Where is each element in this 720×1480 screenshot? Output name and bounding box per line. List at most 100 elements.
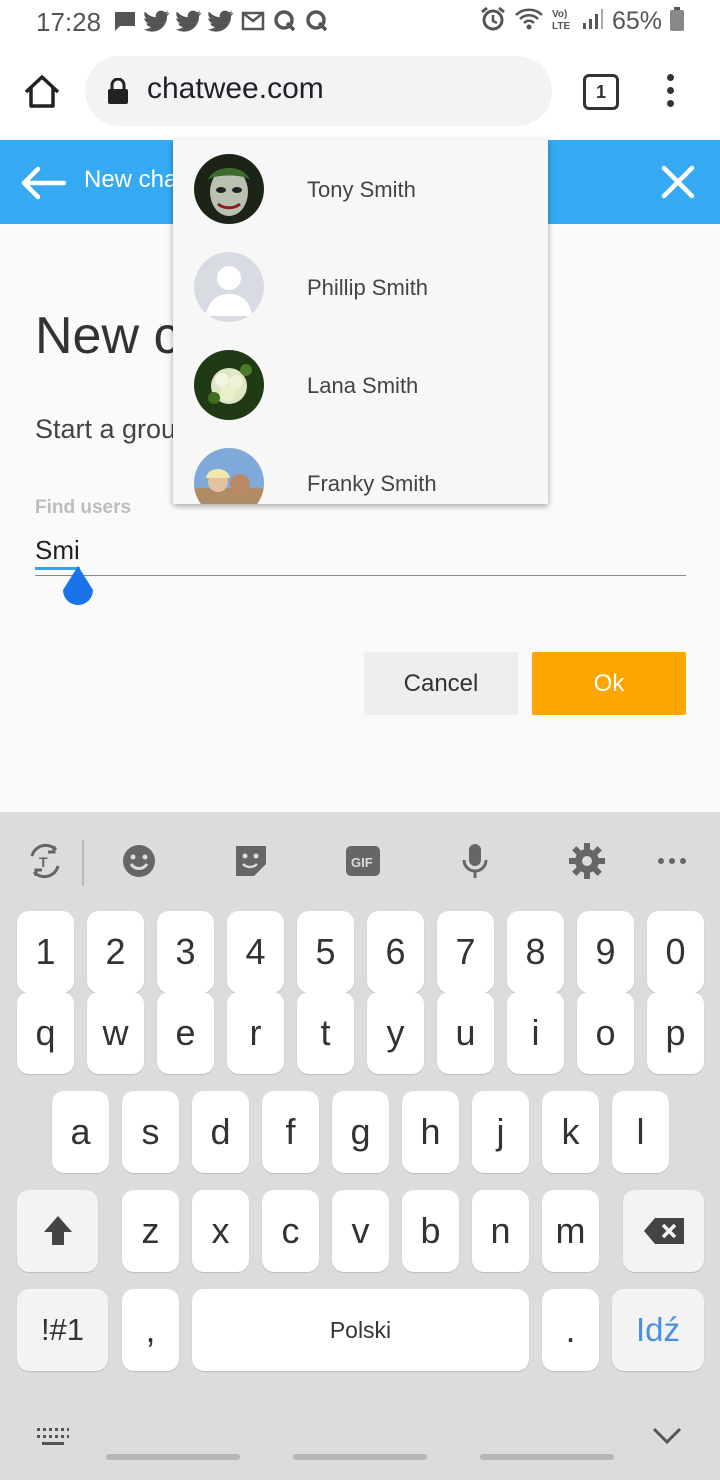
key-w[interactable]: w: [87, 992, 144, 1074]
sticker-icon[interactable]: [232, 842, 270, 880]
key-k[interactable]: k: [542, 1091, 599, 1173]
key-4[interactable]: 4: [227, 911, 284, 993]
tab-switcher-button[interactable]: 1: [583, 74, 619, 110]
key-2[interactable]: 2: [87, 911, 144, 993]
key-9[interactable]: 9: [577, 911, 634, 993]
suggestion-item[interactable]: Lana Smith: [173, 336, 548, 434]
shift-key[interactable]: [17, 1190, 98, 1272]
suggestion-item[interactable]: Tony Smith: [173, 140, 548, 238]
period-key[interactable]: .: [542, 1289, 599, 1371]
comma-key[interactable]: ,: [122, 1289, 179, 1371]
key-f[interactable]: f: [262, 1091, 319, 1173]
key-r[interactable]: r: [227, 992, 284, 1074]
nav-home-indicator[interactable]: [293, 1454, 427, 1460]
shift-arrow-icon: [43, 1216, 72, 1245]
status-bar: 17:28 Vo) LTE 65%: [0, 0, 720, 44]
home-button[interactable]: [22, 72, 64, 114]
on-screen-keyboard: T GIF 1 2 3 4 5 6 7 8 9 0 q w e r t y u …: [0, 812, 720, 1480]
key-d[interactable]: d: [192, 1091, 249, 1173]
backspace-icon: [643, 1218, 684, 1244]
keyboard-bottom-bar: [0, 1402, 720, 1480]
microphone-icon[interactable]: [456, 842, 494, 880]
keyboard-switch-icon[interactable]: [36, 1426, 70, 1453]
key-c[interactable]: c: [262, 1190, 319, 1272]
key-e[interactable]: e: [157, 992, 214, 1074]
key-n[interactable]: n: [472, 1190, 529, 1272]
browser-toolbar: chatwee.com 1: [0, 44, 720, 140]
svg-text:Vo): Vo): [552, 9, 567, 20]
home-icon: [24, 75, 60, 108]
key-z[interactable]: z: [122, 1190, 179, 1272]
suggestion-item[interactable]: Franky Smith: [173, 434, 548, 504]
battery-icon: [670, 7, 684, 36]
key-3[interactable]: 3: [157, 911, 214, 993]
twitter-icon: [208, 8, 234, 34]
key-v[interactable]: v: [332, 1190, 389, 1272]
key-1[interactable]: 1: [17, 911, 74, 993]
key-j[interactable]: j: [472, 1091, 529, 1173]
key-q[interactable]: q: [17, 992, 74, 1074]
key-o[interactable]: o: [577, 992, 634, 1074]
address-bar[interactable]: chatwee.com: [85, 56, 552, 126]
key-6[interactable]: 6: [367, 911, 424, 993]
svg-text:GIF: GIF: [351, 855, 373, 870]
nav-back-indicator[interactable]: [480, 1454, 614, 1460]
svg-text:LTE: LTE: [552, 21, 570, 31]
hide-keyboard-chevron-icon[interactable]: [652, 1426, 682, 1451]
url-text: chatwee.com: [147, 72, 324, 105]
key-0[interactable]: 0: [647, 911, 704, 993]
find-users-label: Find users: [35, 497, 132, 518]
translate-icon[interactable]: T: [26, 842, 64, 880]
key-m[interactable]: m: [542, 1190, 599, 1272]
suggestion-name: Lana Smith: [307, 373, 419, 398]
suggestion-name: Franky Smith: [307, 471, 437, 496]
text-cursor-handle[interactable]: [60, 566, 96, 608]
key-s[interactable]: s: [122, 1091, 179, 1173]
key-x[interactable]: x: [192, 1190, 249, 1272]
more-menu-icon[interactable]: [660, 74, 680, 110]
back-arrow-icon[interactable]: [20, 166, 67, 200]
key-a[interactable]: a: [52, 1091, 109, 1173]
chat-bubble-icon: [112, 8, 138, 34]
more-options-icon[interactable]: [654, 842, 692, 880]
key-g[interactable]: g: [332, 1091, 389, 1173]
avatar: [194, 448, 264, 504]
alarm-icon: [480, 6, 506, 37]
cancel-button[interactable]: Cancel: [364, 652, 518, 715]
key-8[interactable]: 8: [507, 911, 564, 993]
signal-icon: [582, 8, 604, 35]
key-l[interactable]: l: [612, 1091, 669, 1173]
key-y[interactable]: y: [367, 992, 424, 1074]
key-h[interactable]: h: [402, 1091, 459, 1173]
toolbar-divider: [82, 840, 84, 886]
twitter-icon: [176, 8, 202, 34]
page-subtitle: Start a grou: [35, 414, 177, 444]
key-5[interactable]: 5: [297, 911, 354, 993]
gif-icon[interactable]: GIF: [344, 842, 382, 880]
wifi-icon: [514, 7, 544, 36]
avatar: [194, 154, 264, 224]
key-u[interactable]: u: [437, 992, 494, 1074]
symbols-key[interactable]: !#1: [17, 1289, 108, 1371]
key-i[interactable]: i: [507, 992, 564, 1074]
space-key[interactable]: Polski: [192, 1289, 529, 1371]
backspace-key[interactable]: [623, 1190, 704, 1272]
key-7[interactable]: 7: [437, 911, 494, 993]
ok-button[interactable]: Ok: [532, 652, 686, 715]
go-key[interactable]: Idź: [612, 1289, 704, 1371]
q-app-icon: [304, 8, 330, 34]
key-t[interactable]: t: [297, 992, 354, 1074]
avatar: [194, 350, 264, 420]
twitter-icon: [144, 8, 170, 34]
settings-gear-icon[interactable]: [568, 842, 606, 880]
nav-recents-indicator[interactable]: [106, 1454, 240, 1460]
key-p[interactable]: p: [647, 992, 704, 1074]
find-users-input[interactable]: [35, 532, 686, 576]
suggestion-item[interactable]: Phillip Smith: [173, 238, 548, 336]
header-title: New cha: [84, 166, 178, 193]
notification-icons: [112, 8, 330, 34]
close-icon[interactable]: [660, 164, 696, 200]
key-b[interactable]: b: [402, 1190, 459, 1272]
status-time: 17:28: [36, 7, 102, 37]
emoji-icon[interactable]: [120, 842, 158, 880]
